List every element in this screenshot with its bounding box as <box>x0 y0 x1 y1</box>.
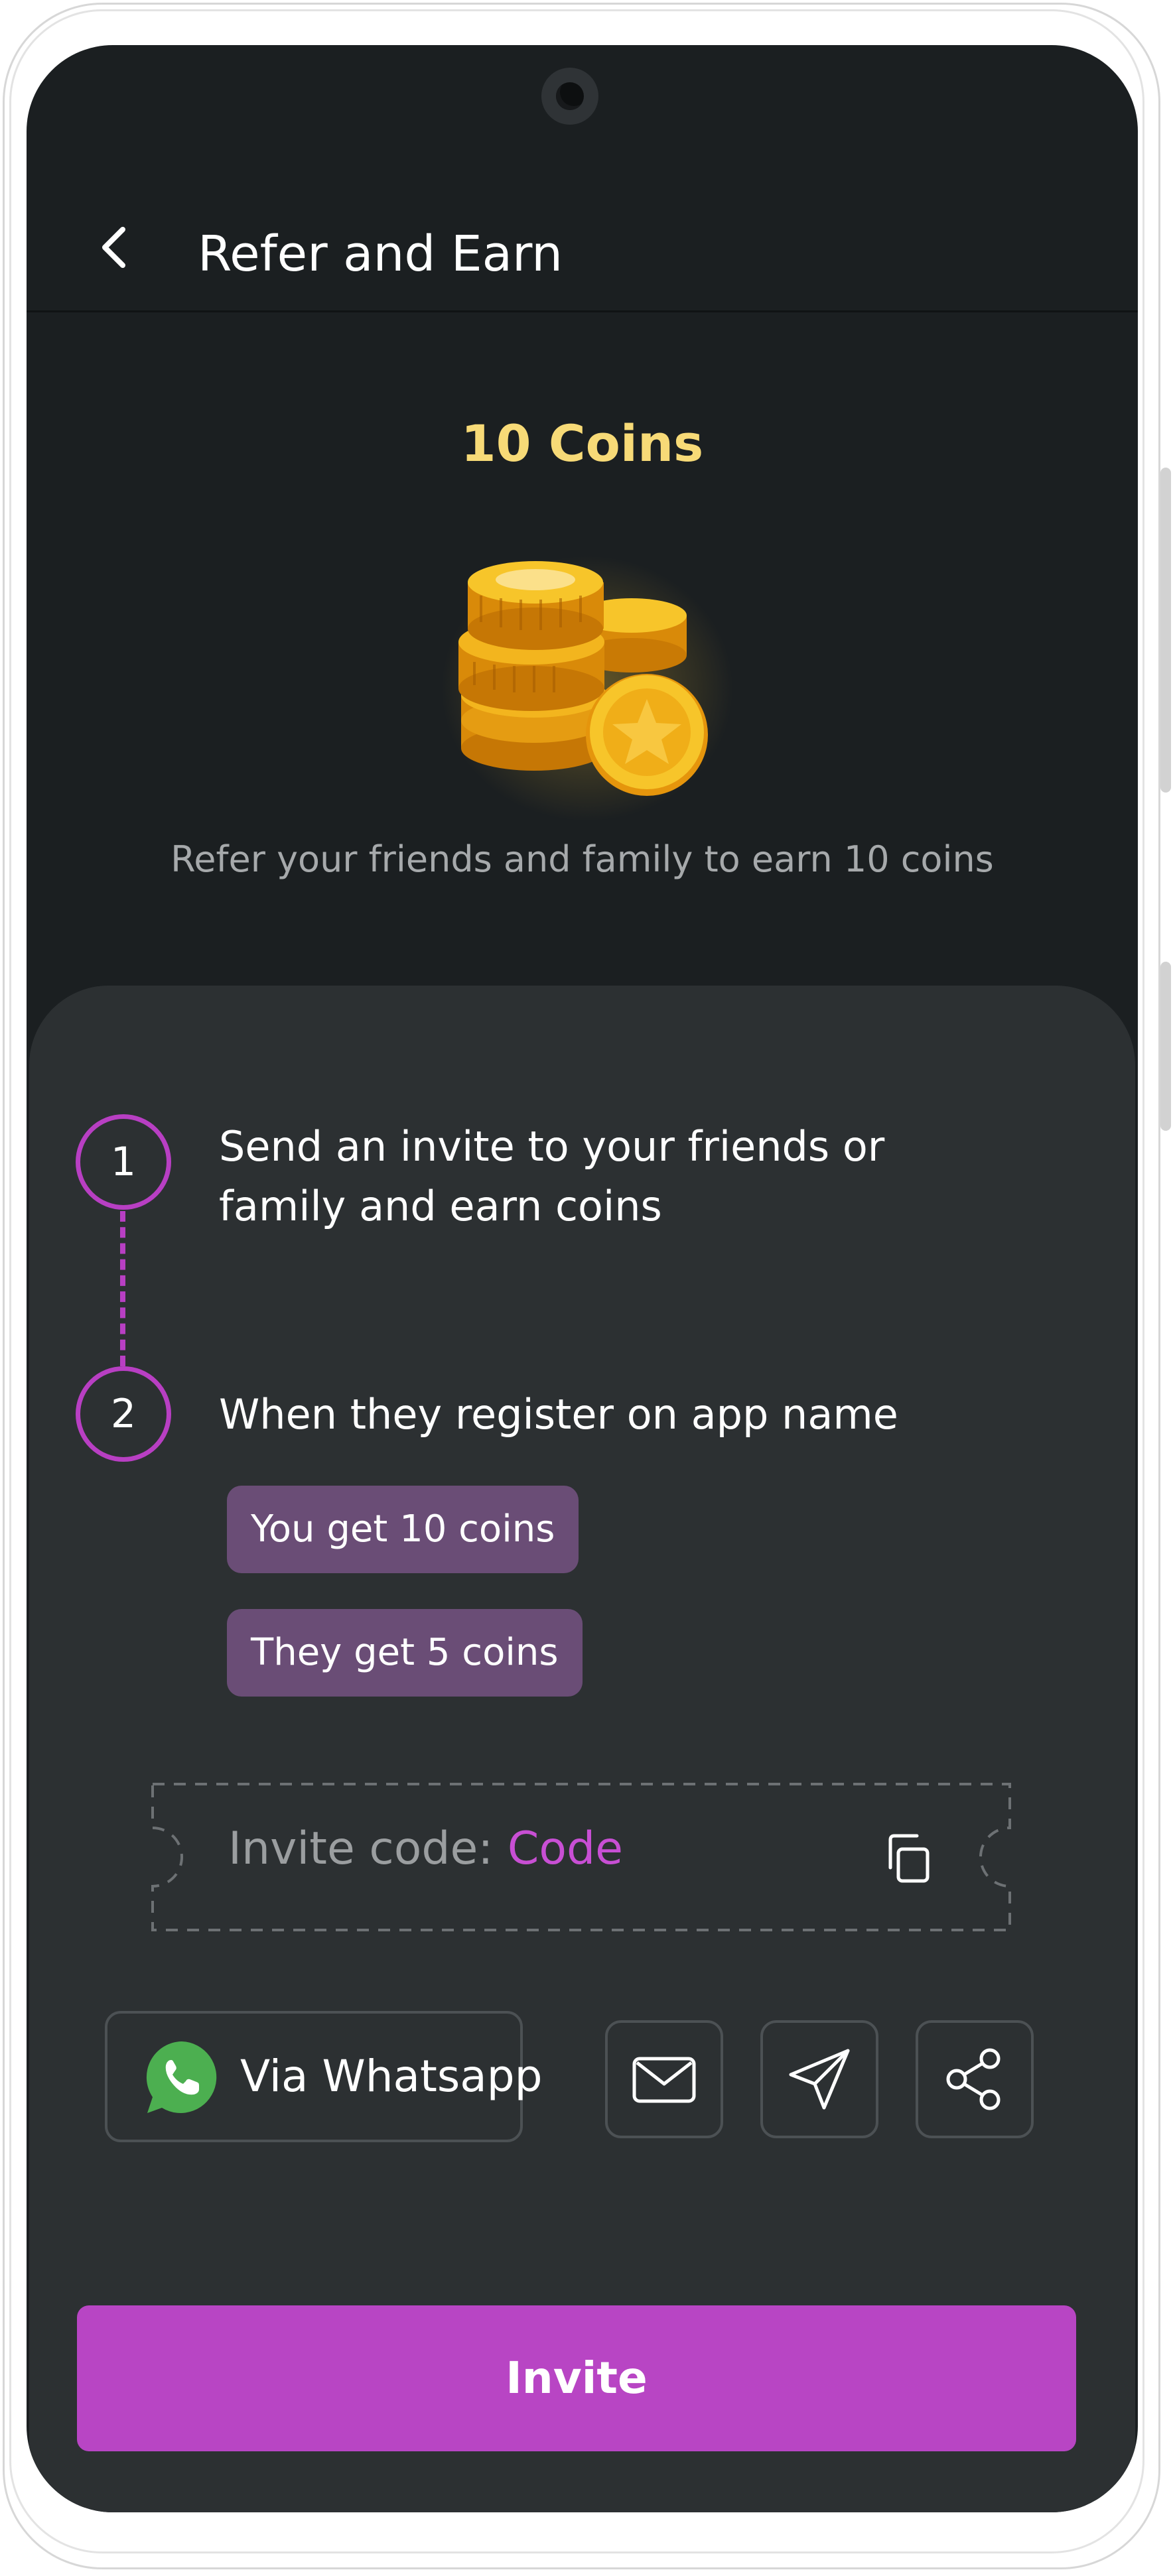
step-number-1: 1 <box>76 1114 171 1210</box>
coins-icon <box>441 556 733 821</box>
app-bar: Refer and Earn <box>27 184 1138 312</box>
page-title: Refer and Earn <box>198 225 563 283</box>
share-more-button[interactable] <box>916 2020 1034 2138</box>
step-number-2: 2 <box>76 1366 171 1462</box>
reward-chip-they: They get 5 coins <box>227 1609 583 1697</box>
step-2-text: When they register on app name <box>219 1390 898 1439</box>
invite-button[interactable]: Invite <box>77 2305 1076 2451</box>
whatsapp-icon <box>146 2041 217 2113</box>
share-whatsapp-label: Via Whatsapp <box>240 2051 543 2102</box>
back-arrow-icon <box>102 227 125 268</box>
share-email-button[interactable] <box>605 2020 723 2138</box>
reward-subtitle: Refer your friends and family to earn 10… <box>171 838 994 880</box>
step-1-text: Send an invite to your friends or family… <box>219 1122 885 1230</box>
reward-title: 10 Coins <box>460 414 704 473</box>
step-connector <box>120 1211 125 1366</box>
steps-card: 1 2 Send an invite to your friends or fa… <box>29 986 1135 2512</box>
volume-button <box>1160 468 1171 793</box>
invite-code-label: Invite code: Code <box>228 1823 624 1875</box>
copy-icon <box>888 1834 930 1883</box>
copy-code-button[interactable] <box>880 1829 938 1888</box>
back-button[interactable] <box>86 218 146 277</box>
share-icon <box>946 2048 1001 2110</box>
invite-code-box: Invite code: Code <box>150 1781 1012 1933</box>
power-button <box>1160 962 1171 1131</box>
email-icon <box>632 2057 696 2103</box>
front-camera <box>541 68 598 125</box>
reward-chip-you: You get 10 coins <box>227 1486 579 1573</box>
send-icon <box>789 2049 850 2110</box>
share-send-button[interactable] <box>760 2020 878 2138</box>
share-whatsapp-button[interactable]: Via Whatsapp <box>105 2011 543 2142</box>
app-screen: Refer and Earn 10 Coins Refer your frien… <box>27 45 1138 2512</box>
invite-code-value[interactable]: Code <box>508 1823 623 1875</box>
